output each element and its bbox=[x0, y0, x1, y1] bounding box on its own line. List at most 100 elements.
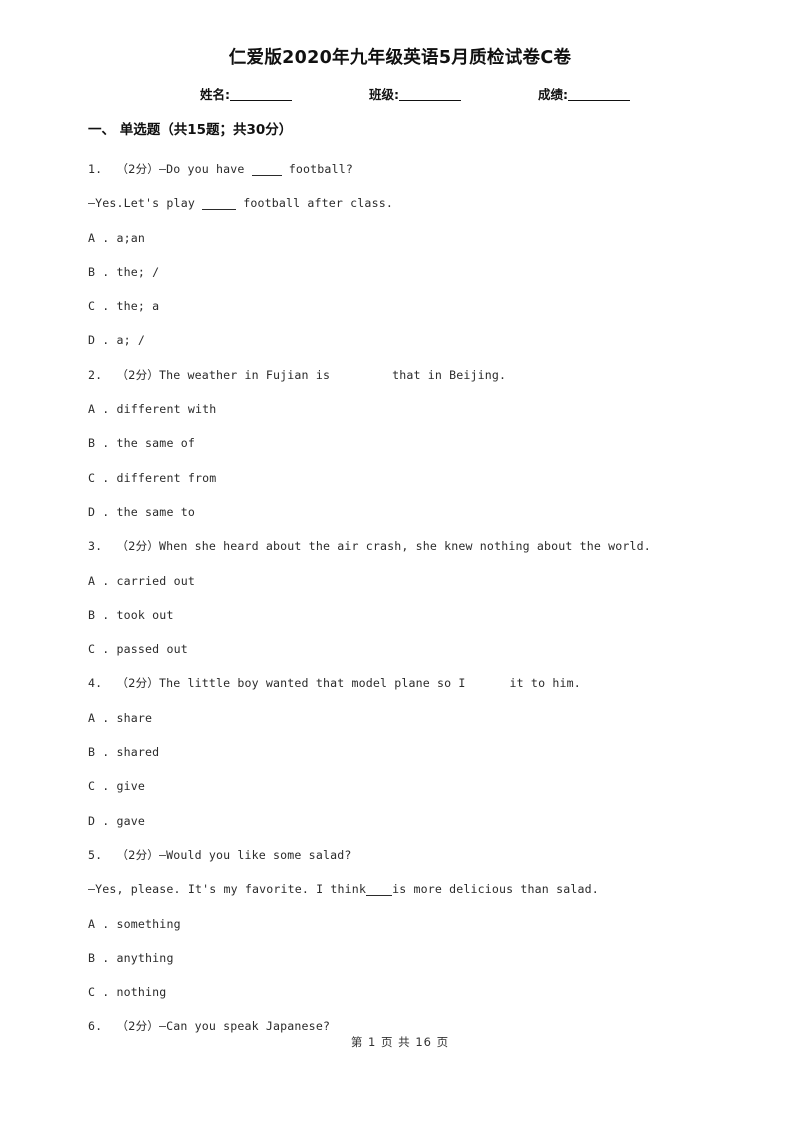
answer-blank[interactable] bbox=[202, 209, 237, 211]
student-class-field: 班级: bbox=[369, 84, 461, 103]
question-text-before: —Do you have bbox=[158, 162, 252, 176]
continuation-text-before: —Yes.Let's play bbox=[88, 196, 203, 211]
option-item[interactable]: C . nothing bbox=[88, 975, 728, 1009]
option-item[interactable]: D . a; / bbox=[88, 323, 728, 357]
option-label: B . bbox=[88, 436, 110, 451]
student-score-blank[interactable] bbox=[568, 100, 630, 101]
option-text: a;an bbox=[116, 230, 146, 245]
option-label: C . bbox=[88, 779, 110, 794]
question-text: —Would you like some salad? bbox=[158, 847, 352, 862]
option-item[interactable]: A . different with bbox=[88, 392, 728, 426]
question-points: （2分） bbox=[116, 676, 159, 691]
question-text-before: The little boy wanted that model plane s… bbox=[158, 676, 466, 691]
question-text-after: football? bbox=[281, 162, 353, 176]
option-item[interactable]: B . took out bbox=[88, 598, 728, 632]
option-text: the; a bbox=[116, 299, 160, 314]
answer-blank[interactable] bbox=[366, 895, 393, 897]
page-footer: 第 1 页 共 16 页 bbox=[0, 1034, 800, 1050]
student-class-label: 班级: bbox=[369, 87, 399, 102]
student-score-label: 成绩: bbox=[538, 87, 568, 102]
question-stem: 1. （2分）—Do you have football? bbox=[88, 152, 728, 186]
option-item[interactable]: A . share bbox=[88, 701, 728, 735]
option-item[interactable]: D . gave bbox=[88, 804, 728, 838]
option-text: different with bbox=[116, 402, 217, 417]
option-item[interactable]: C . passed out bbox=[88, 632, 728, 666]
option-label: A . bbox=[88, 402, 110, 417]
option-item[interactable]: A . a;an bbox=[88, 221, 728, 255]
option-text: gave bbox=[116, 813, 146, 828]
option-text: a; / bbox=[116, 333, 146, 348]
option-text: shared bbox=[116, 745, 160, 760]
question-text: —Can you speak Japanese? bbox=[158, 1019, 331, 1034]
page-indicator: 第 1 页 共 16 页 bbox=[350, 1035, 450, 1049]
option-label: A . bbox=[88, 916, 110, 931]
option-text: the same of bbox=[116, 436, 195, 451]
question-stem-continuation: —Yes.Let's play football after class. bbox=[88, 186, 728, 220]
question-list: 1. （2分）—Do you have football? —Yes.Let's… bbox=[88, 152, 728, 1044]
option-label: D . bbox=[88, 813, 110, 828]
option-label: C . bbox=[88, 642, 110, 657]
student-name-blank[interactable] bbox=[230, 100, 292, 101]
option-item[interactable]: B . the; / bbox=[88, 255, 728, 289]
option-label: A . bbox=[88, 710, 110, 725]
option-label: C . bbox=[88, 470, 110, 485]
question-points: （2分） bbox=[116, 162, 159, 176]
option-item[interactable]: D . the same to bbox=[88, 495, 728, 529]
question-stem: 4. （2分）The little boy wanted that model … bbox=[88, 666, 728, 700]
option-item[interactable]: A . carried out bbox=[88, 564, 728, 598]
page-title: 仁爱版2020年九年级英语5月质检试卷C卷 bbox=[228, 48, 572, 68]
student-class-blank[interactable] bbox=[399, 100, 461, 101]
option-label: D . bbox=[88, 504, 110, 519]
question-number: 1. bbox=[88, 162, 103, 176]
option-label: C . bbox=[88, 299, 110, 314]
continuation-text-before: —Yes, please. It's my favorite. I think bbox=[88, 882, 367, 897]
option-item[interactable]: C . different from bbox=[88, 461, 728, 495]
option-text: something bbox=[116, 916, 181, 931]
question-stem: 2. （2分）The weather in Fujian is that in B… bbox=[88, 358, 728, 392]
option-item[interactable]: A . something bbox=[88, 907, 728, 941]
option-text: nothing bbox=[116, 985, 167, 1000]
continuation-text-after: football after class. bbox=[236, 196, 393, 211]
continuation-text-after: is more delicious than salad. bbox=[392, 882, 599, 897]
question-stem: 3. （2分）When she heard about the air cras… bbox=[88, 529, 728, 563]
student-meta-row: 姓名: 班级: 成绩: bbox=[200, 84, 630, 103]
question-number: 6. bbox=[88, 1019, 103, 1034]
question-points: （2分） bbox=[116, 847, 159, 862]
option-label: B . bbox=[88, 607, 110, 622]
option-text: anything bbox=[116, 950, 174, 965]
option-label: A . bbox=[88, 573, 110, 588]
section-heading: 一、 单选题（共15题；共30分） bbox=[88, 122, 293, 138]
option-label: C . bbox=[88, 985, 110, 1000]
option-label: B . bbox=[88, 950, 110, 965]
student-score-field: 成绩: bbox=[538, 84, 630, 103]
question-text-after: that in Beijing. bbox=[392, 367, 507, 382]
option-text: carried out bbox=[116, 573, 195, 588]
question-number: 2. bbox=[88, 367, 103, 382]
question-text-before: The weather in Fujian is bbox=[158, 367, 331, 382]
question-stem: 5. （2分）—Would you like some salad? bbox=[88, 838, 728, 872]
exam-page: 仁爱版2020年九年级英语5月质检试卷C卷 姓名: 班级: 成绩: 一、 单选题… bbox=[0, 0, 800, 1132]
option-text: give bbox=[116, 779, 146, 794]
option-item[interactable]: B . the same of bbox=[88, 426, 728, 460]
question-stem-continuation: —Yes, please. It's my favorite. I think i… bbox=[88, 872, 728, 906]
question-text-after: it to him. bbox=[509, 676, 581, 691]
question-points: （2分） bbox=[116, 367, 159, 382]
question-number: 3. bbox=[88, 539, 103, 554]
option-text: the; / bbox=[116, 264, 160, 279]
option-item[interactable]: B . anything bbox=[88, 941, 728, 975]
student-name-label: 姓名: bbox=[200, 87, 230, 102]
option-text: passed out bbox=[116, 642, 188, 657]
option-text: took out bbox=[116, 607, 174, 622]
option-text: the same to bbox=[116, 504, 195, 519]
option-item[interactable]: C . the; a bbox=[88, 289, 728, 323]
question-number: 5. bbox=[88, 847, 103, 862]
option-label: A . bbox=[88, 230, 110, 245]
answer-blank[interactable] bbox=[251, 175, 282, 176]
option-label: D . bbox=[88, 333, 110, 348]
question-points: （2分） bbox=[116, 1019, 159, 1034]
option-item[interactable]: C . give bbox=[88, 769, 728, 803]
option-label: B . bbox=[88, 745, 110, 760]
option-item[interactable]: B . shared bbox=[88, 735, 728, 769]
option-text: share bbox=[116, 710, 153, 725]
student-name-field: 姓名: bbox=[200, 84, 292, 103]
